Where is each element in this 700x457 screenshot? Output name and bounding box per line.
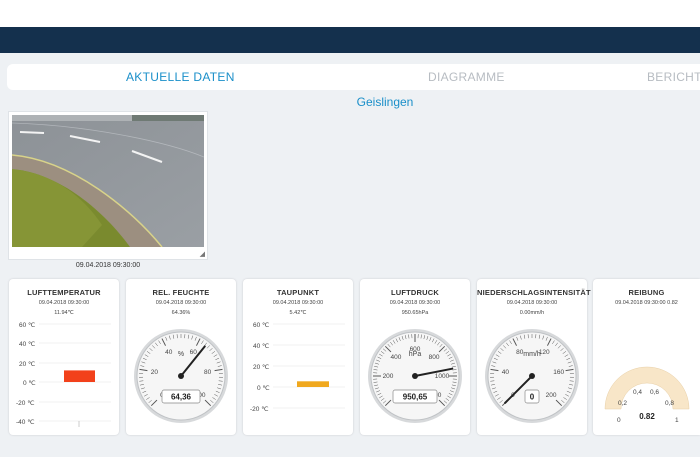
dewpoint-bar — [297, 381, 329, 387]
gauge-tick-label: 80 — [204, 369, 212, 376]
scale-label: 20 ℃ — [19, 361, 36, 368]
station-title: Geislingen — [356, 95, 414, 109]
friction-tick: 0 — [617, 417, 621, 424]
temperature-bar — [64, 370, 95, 382]
friction-tick: 0,2 — [618, 400, 627, 407]
gauge-unit: % — [178, 351, 184, 358]
gauge-tick-label: 800 — [429, 354, 440, 361]
humidity-gauge: 020406080100%64,36 — [134, 329, 228, 423]
thermometer-chart: 60 ℃ 40 ℃ 20 ℃ 0 ℃ -20 ℃ -40 ℃ — [16, 322, 111, 427]
tab-bar: AKTUELLE DATEN DIAGRAMME BERICHT — [7, 64, 700, 90]
gauge-tick-label: 160 — [553, 369, 564, 376]
dewpoint-chart: 60 ℃ 40 ℃ 20 ℃ 0 ℃ -20 ℃ — [250, 322, 345, 413]
precipitation-gauge: 04080120160200mm/h0 — [485, 329, 579, 423]
friction-tick: 0,6 — [650, 389, 659, 396]
tab-aktuelle-daten[interactable]: AKTUELLE DATEN — [126, 70, 235, 84]
gauge-unit: hPa — [409, 351, 422, 358]
tab-diagramme[interactable]: DIAGRAMME — [428, 70, 505, 84]
gauge-hub — [178, 373, 184, 379]
gauge-hub — [529, 373, 535, 379]
gauge-readout: 950,65 — [403, 393, 428, 402]
gauge-readout: 64,36 — [171, 393, 192, 402]
friction-tick: 1 — [675, 417, 679, 424]
gauge-tick-label: 40 — [165, 349, 173, 356]
card-taupunkt: TAUPUNKT 09.04.2018 09:30:00 5.42℃ 60 ℃ … — [243, 279, 353, 435]
gauge-unit: mm/h — [523, 351, 541, 358]
gauge-tick-label: 1000 — [435, 373, 450, 380]
scale-label: -20 ℃ — [16, 400, 35, 407]
gauge-tick-label: 20 — [151, 369, 159, 376]
scale-label: 40 ℃ — [19, 341, 36, 348]
friction-tick: 0,8 — [665, 400, 674, 407]
pressure-gauge: 020040060080010001200hPa950,65 — [368, 329, 462, 423]
scale-label: 20 ℃ — [253, 364, 270, 371]
webcam-image[interactable] — [12, 115, 204, 247]
main-content: AKTUELLE DATEN DIAGRAMME BERICHT Geislin… — [0, 53, 700, 457]
card-luftdruck: LUFTDRUCK 09.04.2018 09:30:00 950.65hPa … — [360, 279, 470, 435]
gauge-tick-label: 200 — [383, 373, 394, 380]
friction-tick: 0,4 — [633, 389, 642, 396]
gauge-tick-label: 60 — [190, 349, 198, 356]
friction-value: 0.82 — [639, 412, 655, 421]
webcam-panel: ◢ — [8, 111, 208, 260]
scale-label: 0 ℃ — [257, 385, 270, 392]
scale-label: 0 ℃ — [23, 380, 36, 387]
card-niederschlagsintensitaet: NIEDERSCHLAGSINTENSITÄT 09.04.2018 09:30… — [477, 279, 591, 435]
friction-gauge: 0,2 0,4 0,6 0,8 0 1 0.82 — [604, 366, 690, 424]
resize-handle-icon[interactable]: ◢ — [200, 250, 205, 258]
webcam-timestamp: 09.04.2018 09:30:00 — [75, 262, 141, 269]
card-rel-feuchte: REL. FEUCHTE 09.04.2018 09:30:00 64.36% … — [126, 279, 236, 435]
tab-bericht[interactable]: BERICHT — [647, 70, 700, 84]
card-reibung: REIBUNG 09.04.2018 09:30:00 0.82 0,2 0,4… — [593, 279, 700, 435]
scale-label: 60 ℃ — [253, 322, 270, 329]
scale-label: 40 ℃ — [253, 343, 270, 350]
gauge-tick-label: 40 — [502, 369, 510, 376]
scale-label: -20 ℃ — [250, 406, 269, 413]
scale-label: -40 ℃ — [16, 419, 35, 426]
gauge-hub — [412, 373, 418, 379]
scale-label: 60 ℃ — [19, 322, 36, 329]
top-navigation-bar — [0, 27, 700, 53]
gauge-readout: 0 — [530, 393, 535, 402]
gauge-tick-label: 400 — [390, 354, 401, 361]
gauge-tick-label: 200 — [546, 392, 557, 399]
card-lufttemperatur: LUFTTEMPERATUR 09.04.2018 09:30:00 11.94… — [9, 279, 119, 435]
